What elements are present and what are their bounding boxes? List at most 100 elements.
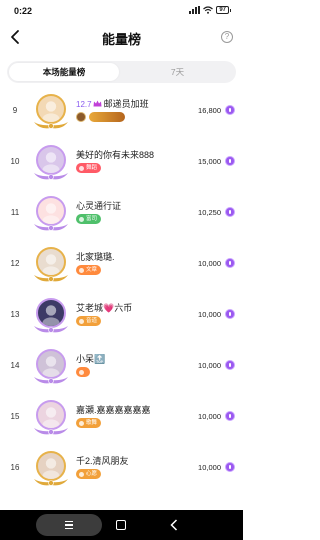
energy-score: 10,000 — [198, 463, 221, 472]
frame-wings-icon — [34, 428, 68, 435]
energy-score: 15,000 — [198, 157, 221, 166]
user-name-text: 北家璐璐. — [76, 252, 115, 262]
status-time: 0:22 — [14, 6, 33, 16]
name-prefix: 12.7 — [76, 100, 92, 109]
avatar-frame[interactable] — [30, 243, 72, 285]
frame-wings-icon — [34, 275, 68, 282]
rank-number: 13 — [10, 310, 20, 319]
fan-badge: 文章 — [76, 265, 102, 275]
page-title: 能量榜 — [101, 32, 141, 47]
system-nav-bar — [0, 510, 243, 540]
badge-group: 文章 — [76, 265, 102, 275]
energy-coin-icon — [225, 360, 235, 370]
badge-group — [76, 112, 125, 122]
rank-number: 11 — [10, 208, 20, 217]
energy-score: 10,000 — [198, 310, 221, 319]
user-name: 心灵通行证 — [76, 199, 121, 212]
fan-badge-icon — [79, 165, 84, 171]
frame-wings-icon — [34, 173, 68, 180]
crown-icon — [93, 100, 102, 107]
fan-badge — [76, 367, 90, 377]
ranking-row[interactable]: 13 艾老城💗六币音道 10,000 — [0, 290, 243, 340]
ranking-row[interactable]: 14 小呆🔝 10,000 — [0, 341, 243, 391]
signal-icon — [189, 6, 201, 14]
user-name: 嘉瀬.嘉嘉嘉嘉嘉嘉 — [76, 403, 151, 416]
wifi-icon — [203, 6, 214, 14]
rank-number: 12 — [10, 259, 20, 268]
user-name-text: 嘉瀬.嘉嘉嘉嘉嘉嘉 — [76, 405, 151, 415]
fan-badge: 舞蹈 — [76, 163, 102, 173]
fan-badge: 歌舞 — [76, 418, 102, 428]
rank-number: 9 — [12, 106, 18, 115]
energy-coin-icon — [225, 105, 235, 115]
avatar-frame[interactable] — [30, 396, 72, 438]
avatar-frame[interactable] — [30, 345, 72, 387]
avatar-frame[interactable] — [30, 141, 72, 183]
energy-coin-icon — [225, 207, 235, 217]
ranking-row[interactable]: 11 心灵通行证富司 10,250 — [0, 188, 243, 238]
energy-score: 16,800 — [198, 106, 221, 115]
fan-badge-icon — [79, 471, 84, 477]
fan-badge-icon — [79, 369, 84, 375]
fan-badge-label: 富司 — [86, 216, 98, 222]
tab-7-days[interactable]: 7天 — [121, 61, 234, 83]
rank-number: 14 — [10, 361, 20, 370]
energy-coin-icon — [225, 411, 235, 421]
ranking-row[interactable]: 10 美好的你有未来888 舞蹈 15,000 — [0, 137, 243, 187]
fan-badge-icon — [79, 267, 84, 273]
user-name-text: 心灵通行证 — [76, 201, 122, 211]
badge-group: 音道 — [76, 316, 102, 326]
fan-badge: 心愿 — [76, 469, 102, 479]
avatar-frame[interactable] — [30, 90, 72, 132]
user-name: 小呆🔝 — [76, 352, 105, 365]
badge-group: 歌舞 — [76, 418, 102, 428]
avatar-frame[interactable] — [30, 192, 72, 234]
ranking-row[interactable]: 16 千2.清风朋友心愿 10,000 — [0, 443, 243, 493]
fan-badge-label: 心愿 — [86, 471, 98, 477]
level-badge-icon — [76, 112, 86, 122]
home-square-icon[interactable] — [116, 520, 126, 530]
avatar-frame[interactable] — [30, 447, 72, 489]
ranking-row[interactable]: 12 北家璐璐. 文章 10,000 — [0, 239, 243, 289]
badge-group — [76, 367, 90, 377]
rank-number: 16 — [10, 463, 20, 472]
energy-score: 10,000 — [198, 412, 221, 421]
status-bar: 0:22 97 — [0, 0, 243, 22]
frame-wings-icon — [34, 377, 68, 384]
frame-wings-icon — [34, 122, 68, 129]
badge-group: 舞蹈 — [76, 163, 102, 173]
energy-score: 10,000 — [198, 361, 221, 370]
nav-pill — [36, 514, 102, 536]
energy-coin-icon — [225, 156, 235, 166]
energy-coin-icon — [225, 309, 235, 319]
frame-wings-icon — [34, 479, 68, 486]
tab-current-session[interactable]: 本场能量榜 — [9, 63, 119, 81]
ranking-row[interactable]: 9 12.7 邮递员加班 16,800 — [0, 86, 243, 136]
fan-badge-label: 音道 — [86, 318, 98, 324]
status-icons: 97 — [189, 6, 231, 14]
user-name: 艾老城💗六币 — [76, 301, 132, 314]
fan-badge-label: 文章 — [86, 267, 98, 273]
fan-badge-icon — [79, 216, 84, 222]
battery-level: 97 — [216, 6, 229, 14]
avatar-frame[interactable] — [30, 294, 72, 336]
user-name-text: 小呆🔝 — [76, 354, 106, 364]
energy-score: 10,250 — [198, 208, 221, 217]
badge-group: 富司 — [76, 214, 102, 224]
battery-icon: 97 — [216, 6, 231, 14]
ranking-row[interactable]: 15 嘉瀬.嘉嘉嘉嘉嘉嘉 歌舞 10,000 — [0, 392, 243, 442]
noble-badge-icon — [89, 112, 125, 122]
energy-coin-icon — [225, 258, 235, 268]
frame-wings-icon — [34, 224, 68, 231]
menu-icon[interactable] — [65, 521, 73, 530]
fan-badge-icon — [79, 420, 84, 426]
back-triangle-icon[interactable] — [170, 519, 178, 531]
question-circle-icon[interactable]: ? — [221, 31, 233, 43]
user-name: 北家璐璐. — [76, 250, 115, 263]
user-name: 美好的你有未来888 — [76, 148, 154, 161]
header: 能量榜 ? — [0, 22, 243, 52]
user-name-text: 千2.清风朋友 — [76, 456, 129, 466]
user-name-text: 艾老城💗六币 — [76, 303, 133, 313]
user-name: 千2.清风朋友 — [76, 454, 129, 467]
fan-badge-label: 歌舞 — [86, 420, 98, 426]
